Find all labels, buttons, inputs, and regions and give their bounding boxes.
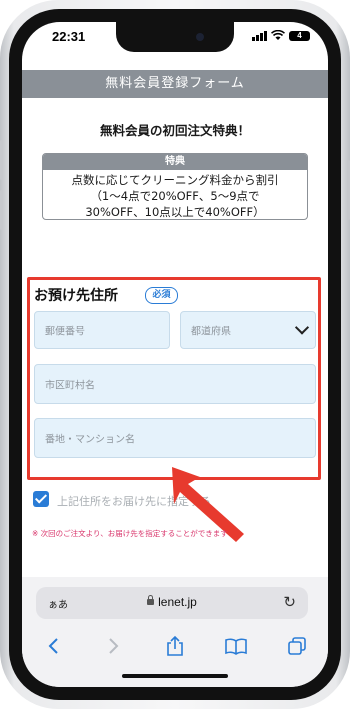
promo-line: 点数に応じてクリーニング料金から割引: [71, 173, 279, 187]
highlight-box: [27, 277, 321, 480]
back-icon[interactable]: [33, 632, 73, 660]
status-icons: 4: [252, 30, 310, 41]
status-time: 22:31: [52, 29, 86, 44]
phone-screen: 22:31 4 無料会員登録フォーム 無料会員の初回注文特典！ 特典 点数に応じ…: [22, 22, 328, 687]
page-header: 無料会員登録フォーム: [22, 70, 328, 98]
wifi-icon: [271, 30, 285, 40]
share-icon[interactable]: [155, 632, 195, 660]
url-text: lenet.jp: [158, 595, 197, 609]
note-text: ※ 次回のご注文より、お届け先を指定することができます: [32, 529, 228, 538]
promo-line: （1〜4点で20%OFF、5〜9点で: [90, 189, 260, 203]
url-bar[interactable]: ぁあ lenet.jp ↻: [36, 587, 308, 619]
signal-icon: [252, 30, 267, 41]
same-address-checkbox[interactable]: [33, 491, 49, 507]
camera-icon: [196, 33, 204, 41]
promo-tag: 特典: [43, 154, 307, 170]
lock-icon: [147, 594, 155, 605]
phone-frame: 22:31 4 無料会員登録フォーム 無料会員の初回注文特典！ 特典 点数に応じ…: [0, 0, 350, 709]
promo-line: 30%OFF、10点以上で40%OFF）: [85, 205, 265, 219]
volume-button: [0, 140, 3, 180]
url-display: lenet.jp: [36, 594, 308, 609]
navigation-toolbar: [22, 632, 328, 660]
home-indicator: [122, 674, 228, 678]
forward-icon[interactable]: [94, 632, 134, 660]
notch: [116, 22, 234, 52]
reload-icon[interactable]: ↻: [283, 593, 296, 611]
promo-text: 点数に応じてクリーニング料金から割引 （1〜4点で20%OFF、5〜9点で 30…: [43, 170, 307, 219]
phone-bezel: 22:31 4 無料会員登録フォーム 無料会員の初回注文特典！ 特典 点数に応じ…: [9, 9, 341, 700]
promo-box: 特典 点数に応じてクリーニング料金から割引 （1〜4点で20%OFF、5〜9点で…: [42, 153, 308, 220]
bookmarks-icon[interactable]: [216, 632, 256, 660]
tabs-icon[interactable]: [277, 632, 317, 660]
battery-icon: 4: [289, 30, 310, 41]
promo-title: 無料会員の初回注文特典！: [99, 123, 250, 138]
browser-toolbar: ぁあ lenet.jp ↻: [22, 577, 328, 687]
same-address-label: 上記住所をお届け先に指定する: [57, 495, 211, 508]
volume-button: [0, 190, 3, 230]
